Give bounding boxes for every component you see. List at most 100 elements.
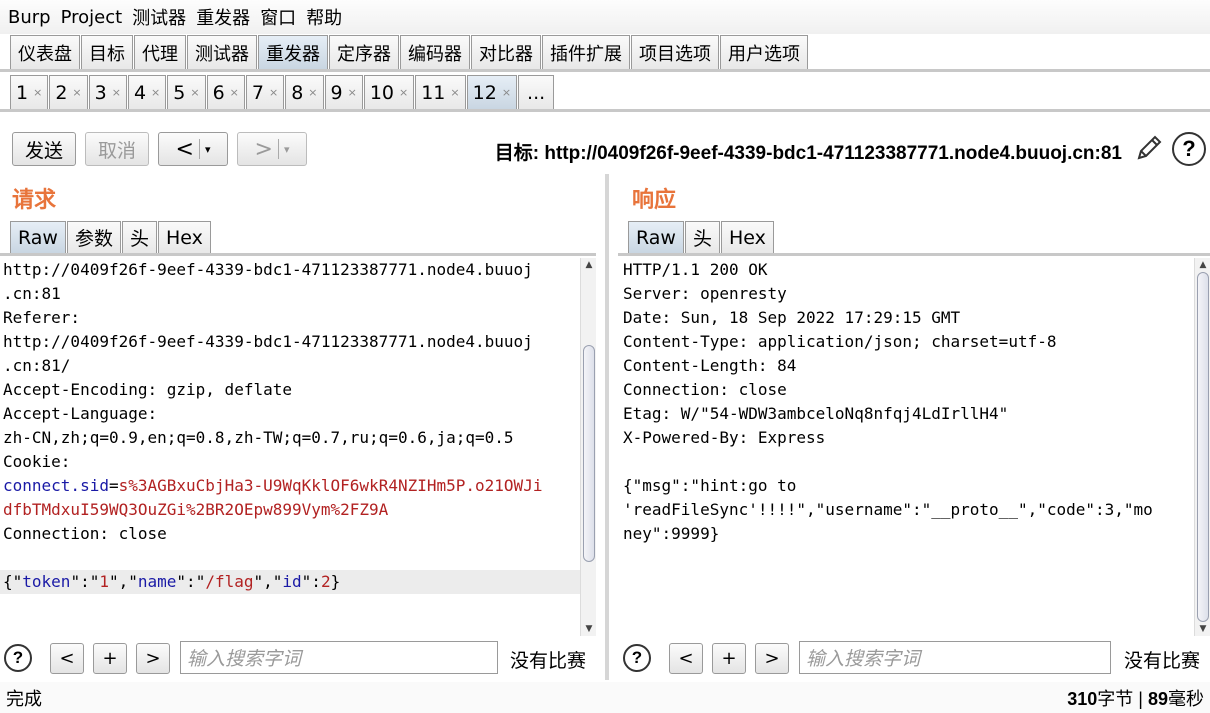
help-icon[interactable]: ? <box>1172 132 1206 166</box>
search-next-button[interactable]: > <box>755 643 789 674</box>
repeater-tab-5[interactable]: 5 × <box>167 75 206 109</box>
response-editor[interactable]: HTTP/1.1 200 OK Server: openresty Date: Su… <box>620 258 1194 636</box>
request-line: zh-CN,zh;q=0.9,en;q=0.8,zh-TW;q=0.7,ru;q… <box>3 428 514 447</box>
scroll-down-icon[interactable]: ▼ <box>581 622 597 636</box>
dropdown-arrow-icon: ▾ <box>204 142 211 156</box>
search-prev-button[interactable]: < <box>669 643 703 674</box>
scrollbar-thumb[interactable] <box>583 345 595 562</box>
close-icon[interactable]: × <box>348 86 357 99</box>
request-line: dfbTMdxuI59WQ3OuZGi%2BR2OEpw899Vym%2FZ9A <box>0 498 580 522</box>
close-icon[interactable]: × <box>72 86 81 99</box>
pencil-icon[interactable] <box>1133 132 1165 164</box>
menu-window[interactable]: 窗口 <box>260 4 296 30</box>
search-input[interactable]: 输入搜索字词 <box>180 641 498 674</box>
request-editor[interactable]: http://0409f26f-9eef-4339-bdc1-471123387… <box>0 258 580 636</box>
close-icon[interactable]: × <box>450 86 459 99</box>
request-view-tab-头[interactable]: 头 <box>121 221 157 253</box>
repeater-tab-6[interactable]: 6 × <box>206 75 245 109</box>
menu-intruder[interactable]: 测试器 <box>132 4 186 30</box>
menu-help[interactable]: 帮助 <box>306 4 342 30</box>
history-forward-button[interactable]: > ▾ <box>237 132 307 166</box>
response-line: 'readFileSync'!!!!","username":"__proto_… <box>623 500 1153 519</box>
code-token: {" <box>3 572 23 591</box>
request-view-tab-hex[interactable]: Hex <box>158 221 211 253</box>
request-scrollbar[interactable]: ▲ ▼ <box>580 258 596 636</box>
main-tab-5[interactable]: 定序器 <box>329 35 399 69</box>
search-next-button[interactable]: > <box>136 643 170 674</box>
send-button[interactable]: 发送 <box>12 132 76 166</box>
cancel-button[interactable]: 取消 <box>85 132 149 166</box>
repeater-tab-more[interactable]: ... <box>518 75 555 109</box>
scroll-down-icon[interactable]: ▼ <box>1195 622 1210 636</box>
close-icon[interactable]: × <box>269 86 278 99</box>
close-icon[interactable]: × <box>502 86 511 99</box>
response-line: Server: openresty <box>623 284 787 303</box>
repeater-tab-7[interactable]: 7 × <box>245 75 285 109</box>
repeater-tab-2[interactable]: 2 × <box>49 75 88 109</box>
repeater-tab-label: 6 <box>212 81 225 104</box>
close-icon[interactable]: × <box>308 86 317 99</box>
main-tab-1[interactable]: 目标 <box>81 35 133 69</box>
response-line: Date: Sun, 18 Sep 2022 17:29:15 GMT <box>623 308 961 327</box>
repeater-tab-10[interactable]: 10 × <box>363 75 415 109</box>
response-view-tab-头[interactable]: 头 <box>684 221 720 253</box>
code-token: token <box>22 572 71 591</box>
close-icon[interactable]: × <box>190 86 199 99</box>
request-view-tab-参数[interactable]: 参数 <box>66 221 121 253</box>
bytes-unit: 字节 <box>1097 688 1134 709</box>
repeater-tab-label: 2 <box>55 81 68 104</box>
main-tab-7[interactable]: 对比器 <box>471 35 541 69</box>
request-view-tab-raw[interactable]: Raw <box>10 221 66 253</box>
response-scrollbar[interactable]: ▲ ▼ <box>1194 258 1210 636</box>
menu-repeater[interactable]: 重发器 <box>196 4 250 30</box>
close-icon[interactable]: × <box>230 86 239 99</box>
response-line: X-Powered-By: Express <box>623 428 826 447</box>
history-back-button[interactable]: < ▾ <box>158 132 228 166</box>
repeater-tab-8[interactable]: 8 × <box>285 75 324 109</box>
repeater-tab-4[interactable]: 4 × <box>127 75 167 109</box>
close-icon[interactable]: × <box>151 86 160 99</box>
repeater-tab-9[interactable]: 9 × <box>324 75 363 109</box>
main-tab-8[interactable]: 插件扩展 <box>542 35 630 69</box>
code-token: ":" <box>70 572 100 591</box>
search-input[interactable]: 输入搜索字词 <box>799 641 1111 674</box>
request-line: connect.sid=s%3AGBxuCbjHa3-U9WqKklOF6wkR… <box>0 474 580 498</box>
repeater-tab-label: 8 <box>291 81 304 104</box>
help-icon[interactable]: ? <box>4 644 32 672</box>
help-icon[interactable]: ? <box>623 644 651 672</box>
repeater-tab-1[interactable]: 1 × <box>10 75 49 109</box>
close-icon[interactable]: × <box>33 86 42 99</box>
main-tab-bar: 仪表盘 目标 代理 测试器 重发器 定序器 编码器 对比器 插件扩展 项目选项 用户选项 <box>0 34 1210 72</box>
response-line <box>620 450 1194 474</box>
repeater-tab-label: 7 <box>251 81 264 104</box>
main-tab-6[interactable]: 编码器 <box>400 35 470 69</box>
dropdown-arrow-icon: ▾ <box>283 142 290 156</box>
pane-splitter[interactable] <box>605 174 609 680</box>
search-prev-button[interactable]: < <box>50 643 84 674</box>
repeater-tab-11[interactable]: 11 × <box>415 75 466 109</box>
main-tab-10[interactable]: 用户选项 <box>720 35 808 69</box>
search-options-button[interactable]: + <box>93 643 127 674</box>
close-icon[interactable]: × <box>112 86 121 99</box>
code-token: = <box>108 476 119 495</box>
main-tab-9[interactable]: 项目选项 <box>631 35 719 69</box>
repeater-tab-12[interactable]: 12 × <box>466 75 518 109</box>
code-token: dfbTMdxuI59WQ3OuZGi%2BR2OEpw899Vym%2FZ9A <box>3 500 389 519</box>
response-view-tab-hex[interactable]: Hex <box>720 221 774 253</box>
menu-project[interactable]: Project <box>61 7 123 28</box>
scroll-up-icon[interactable]: ▲ <box>581 258 597 272</box>
search-options-button[interactable]: + <box>712 643 746 674</box>
main-tab-0[interactable]: 仪表盘 <box>10 35 80 69</box>
close-icon[interactable]: × <box>399 86 408 99</box>
response-view-tab-raw[interactable]: Raw <box>628 221 684 253</box>
code-token: "," <box>108 572 138 591</box>
repeater-tab-label: 3 <box>94 81 107 104</box>
main-tab-4[interactable]: 重发器 <box>258 35 328 69</box>
scrollbar-thumb[interactable] <box>1197 272 1209 622</box>
search-match-status: 没有比赛 <box>510 650 587 672</box>
repeater-tab-3[interactable]: 3 × <box>88 75 127 109</box>
main-tab-2[interactable]: 代理 <box>134 35 186 69</box>
scroll-up-icon[interactable]: ▲ <box>1195 258 1210 272</box>
search-match-status: 没有比赛 <box>1124 650 1201 672</box>
main-tab-3[interactable]: 测试器 <box>187 35 257 69</box>
